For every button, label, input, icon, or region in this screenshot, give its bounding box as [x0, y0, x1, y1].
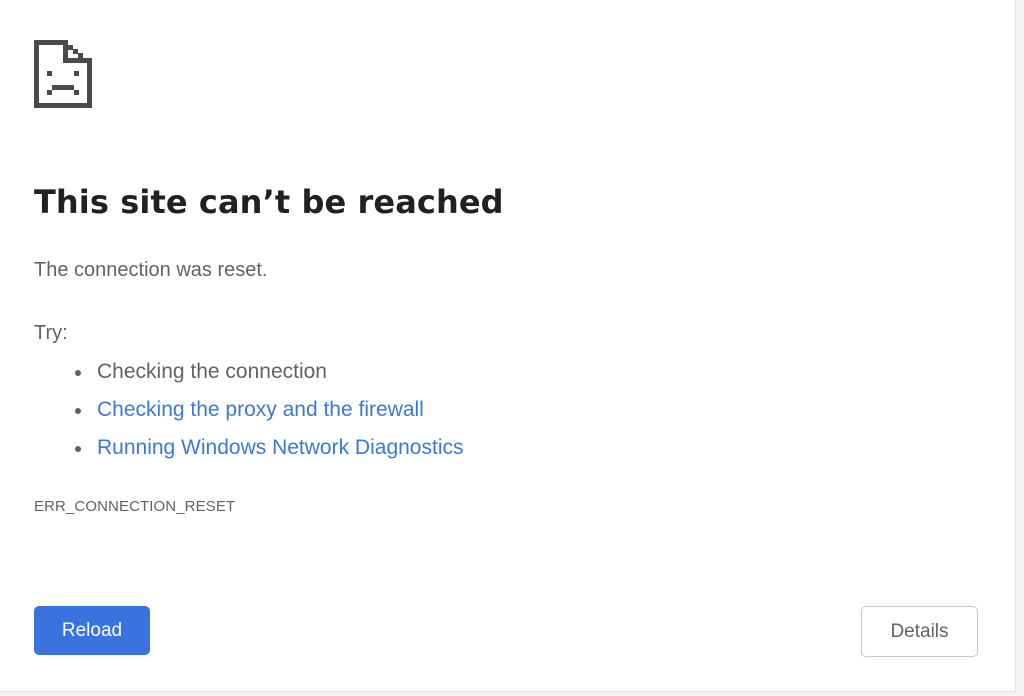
sad-page-icon — [34, 40, 92, 108]
network-diagnostics-link[interactable]: Running Windows Network Diagnostics — [97, 436, 464, 459]
suggestion-check-connection: Checking the connection — [97, 360, 327, 383]
bullet-icon — [75, 408, 81, 414]
bullet-icon — [75, 370, 81, 376]
suggestion-item: Checking the proxy and the firewall — [62, 393, 464, 431]
page-title: This site can’t be reached — [34, 183, 504, 221]
proxy-firewall-link[interactable]: Checking the proxy and the firewall — [97, 398, 424, 421]
reload-button[interactable]: Reload — [34, 606, 150, 655]
suggestion-item: Checking the connection — [62, 355, 464, 393]
error-message: The connection was reset. — [34, 259, 268, 281]
error-code: ERR_CONNECTION_RESET — [34, 498, 236, 515]
error-page: This site can’t be reached The connectio… — [0, 0, 1016, 692]
try-label: Try: — [34, 322, 68, 344]
suggestion-item: Running Windows Network Diagnostics — [62, 431, 464, 469]
bullet-icon — [75, 446, 81, 452]
suggestion-list: Checking the connection Checking the pro… — [62, 355, 464, 469]
details-button[interactable]: Details — [861, 606, 978, 657]
